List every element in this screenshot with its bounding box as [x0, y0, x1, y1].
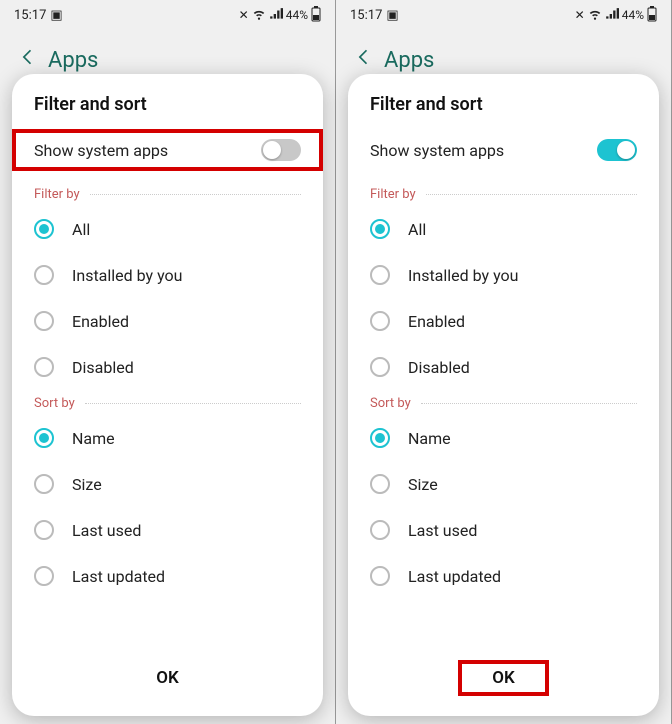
sort-by-section: Sort by [12, 396, 323, 411]
filter-option-all[interactable]: All [12, 206, 323, 252]
filter-sort-dialog: Filter and sort Show system apps Filter … [12, 74, 323, 716]
sort-option-size[interactable]: Size [348, 461, 659, 507]
screenshot-right: 15:17 ▣ ✕ 44% Apps Filter and sort Show … [336, 0, 672, 724]
dialog-title: Filter and sort [348, 94, 659, 129]
filter-option-installed[interactable]: Installed by you [348, 252, 659, 298]
radio-icon [370, 219, 390, 239]
show-system-apps-toggle[interactable] [597, 139, 637, 161]
status-time: 15:17 [350, 8, 382, 23]
filter-option-enabled[interactable]: Enabled [348, 298, 659, 344]
ok-button[interactable]: OK [458, 660, 549, 696]
filter-option-disabled[interactable]: Disabled [348, 344, 659, 390]
ok-row: OK [12, 642, 323, 716]
filter-by-section: Filter by [12, 187, 323, 202]
sort-option-last-updated[interactable]: Last updated [348, 553, 659, 599]
status-battery-text: 44% [622, 8, 644, 22]
signal-icon [605, 7, 619, 24]
sort-option-name[interactable]: Name [12, 415, 323, 461]
filter-option-installed[interactable]: Installed by you [12, 252, 323, 298]
wifi-icon [252, 7, 266, 24]
status-bar: 15:17 ▣ ✕ 44% [336, 0, 671, 30]
sort-by-section: Sort by [348, 396, 659, 411]
sort-option-last-used[interactable]: Last used [348, 507, 659, 553]
filter-option-all[interactable]: All [348, 206, 659, 252]
radio-icon [370, 520, 390, 540]
filter-by-label: Filter by [370, 187, 416, 202]
radio-icon [34, 520, 54, 540]
radio-icon [370, 265, 390, 285]
radio-icon [34, 219, 54, 239]
radio-icon [34, 311, 54, 331]
filter-sort-dialog: Filter and sort Show system apps Filter … [348, 74, 659, 716]
radio-icon [34, 566, 54, 586]
show-system-apps-row[interactable]: Show system apps [348, 129, 659, 171]
battery-icon [647, 6, 657, 25]
filter-option-disabled[interactable]: Disabled [12, 344, 323, 390]
wifi-icon [588, 7, 602, 24]
image-icon: ▣ [50, 8, 62, 23]
radio-icon [34, 474, 54, 494]
sort-option-size[interactable]: Size [12, 461, 323, 507]
show-system-apps-toggle[interactable] [261, 139, 301, 161]
apps-title: Apps [48, 48, 98, 73]
apps-title: Apps [384, 48, 434, 73]
filter-by-label: Filter by [34, 187, 80, 202]
radio-icon [34, 357, 54, 377]
show-system-apps-label: Show system apps [34, 141, 168, 160]
status-bar: 15:17 ▣ ✕ 44% [0, 0, 335, 30]
ok-button[interactable]: OK [122, 660, 213, 696]
show-system-apps-label: Show system apps [370, 141, 504, 160]
dialog-title: Filter and sort [12, 94, 323, 129]
radio-icon [370, 566, 390, 586]
sort-by-label: Sort by [370, 396, 411, 411]
status-battery-text: 44% [286, 8, 308, 22]
show-system-apps-row[interactable]: Show system apps [12, 129, 323, 171]
back-icon[interactable] [354, 47, 374, 73]
radio-icon [370, 428, 390, 448]
radio-icon [370, 311, 390, 331]
mute-icon: ✕ [239, 8, 249, 22]
sort-by-label: Sort by [34, 396, 75, 411]
status-time: 15:17 [14, 8, 46, 23]
filter-by-section: Filter by [348, 187, 659, 202]
ok-row: OK [348, 642, 659, 716]
signal-icon [269, 7, 283, 24]
radio-icon [34, 265, 54, 285]
filter-option-enabled[interactable]: Enabled [12, 298, 323, 344]
radio-icon [370, 474, 390, 494]
sort-option-name[interactable]: Name [348, 415, 659, 461]
back-icon[interactable] [18, 47, 38, 73]
sort-option-last-updated[interactable]: Last updated [12, 553, 323, 599]
radio-icon [370, 357, 390, 377]
screenshot-left: 15:17 ▣ ✕ 44% Apps Filter and sort Show … [0, 0, 336, 724]
radio-icon [34, 428, 54, 448]
mute-icon: ✕ [575, 8, 585, 22]
battery-icon [311, 6, 321, 25]
image-icon: ▣ [386, 8, 398, 23]
sort-option-last-used[interactable]: Last used [12, 507, 323, 553]
